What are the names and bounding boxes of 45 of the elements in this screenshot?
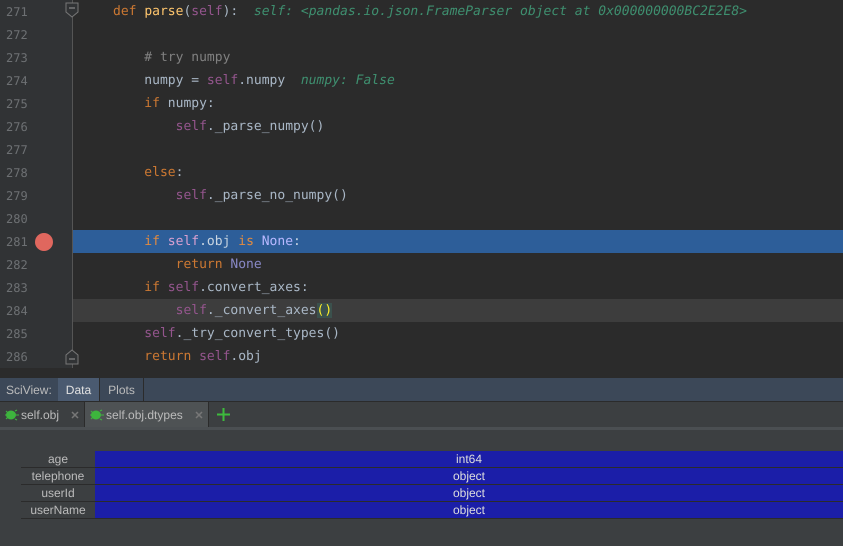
line-number: 272 <box>6 26 29 44</box>
code-line: # try numpy <box>143 48 230 67</box>
code-line: def parse(self): self: <pandas.io.json.FrameParser object at 0x000000000BC2E2E8> <box>113 2 747 21</box>
line-number: 284 <box>6 302 29 320</box>
code-line: self._convert_axes() <box>174 302 332 320</box>
code-line: self._parse_no_numpy() <box>174 186 348 205</box>
breakpoint-icon[interactable] <box>35 232 53 250</box>
tab-label[interactable]: self.obj.dtypes <box>106 406 183 424</box>
bug-icon <box>5 408 19 420</box>
fold-icon[interactable] <box>65 2 79 18</box>
code-line: if self.obj is None: <box>143 232 301 251</box>
line-number: 278 <box>6 164 29 182</box>
add-icon[interactable] <box>216 408 230 421</box>
bug-icon <box>90 408 104 420</box>
table-cell: object <box>95 485 843 502</box>
line-number: 283 <box>6 280 29 296</box>
panel-tab[interactable]: Data <box>58 378 100 401</box>
panel-label: SciView: <box>5 382 53 398</box>
tab-label[interactable]: self.obj <box>21 406 60 424</box>
code-line: return self.obj <box>143 348 262 366</box>
code-line: if self.convert_axes: <box>143 278 309 297</box>
line-number: 273 <box>6 50 29 66</box>
line-number: 280 <box>6 210 29 228</box>
fold-icon[interactable] <box>65 349 79 365</box>
line-number: 285 <box>6 326 29 342</box>
line-number: 282 <box>6 256 29 274</box>
table-cell: object <box>95 502 843 519</box>
code-line: numpy = self.numpy numpy: False <box>143 72 395 90</box>
line-number: 281 <box>6 234 29 250</box>
code-line: self._try_convert_types() <box>143 324 340 343</box>
code-line: if numpy: <box>143 94 215 113</box>
close-icon[interactable] <box>71 410 80 418</box>
line-number: 277 <box>6 142 29 158</box>
code-line: return None <box>174 256 262 274</box>
data-tab[interactable]: self.obj.dtypes <box>85 402 209 427</box>
line-number: 274 <box>6 72 29 90</box>
line-number: 286 <box>6 348 29 366</box>
line-number: 279 <box>6 188 29 204</box>
table-cell: object <box>95 468 843 485</box>
line-number: 275 <box>6 96 29 112</box>
code-line: else: <box>143 164 184 182</box>
line-number: 271 <box>6 4 29 20</box>
line-number: 276 <box>6 118 29 136</box>
code-line: self._parse_numpy() <box>174 118 324 136</box>
table-cell: int64 <box>95 451 843 468</box>
